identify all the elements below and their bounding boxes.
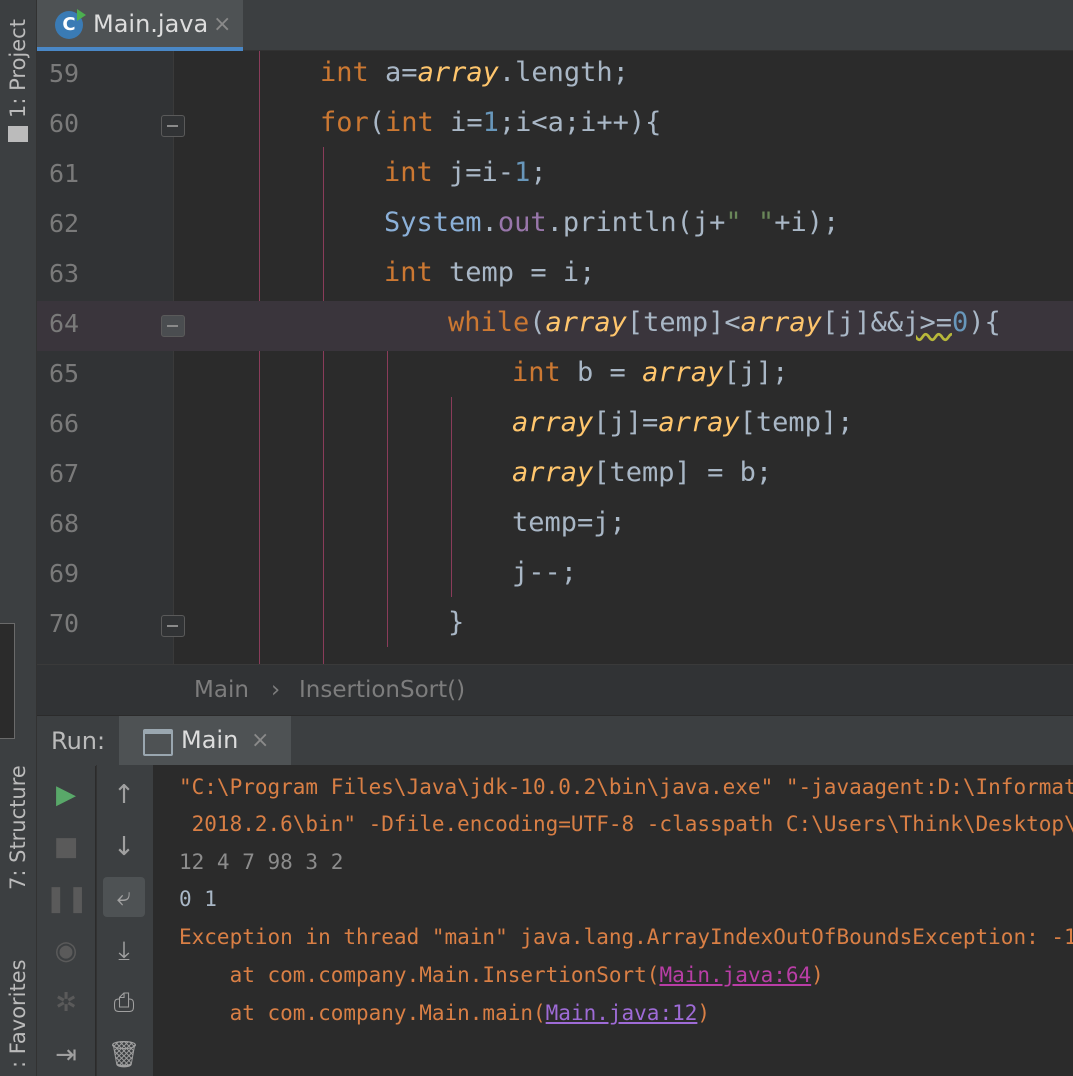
stop-icon[interactable]: ■ xyxy=(45,827,87,867)
down-arrow-icon[interactable]: ↓ xyxy=(103,827,145,867)
code-text: } xyxy=(448,607,465,638)
breadcrumb-item-main[interactable]: Main xyxy=(194,677,249,703)
line-number: 69 xyxy=(49,559,80,588)
rerun-icon[interactable]: ▶ xyxy=(45,775,87,815)
fold-collapse-icon[interactable] xyxy=(161,115,185,137)
favorites-tool-tab[interactable]: : Favorites xyxy=(0,959,36,1076)
line-number: 66 xyxy=(49,409,80,438)
console-line: 12 4 7 98 3 2 xyxy=(179,850,344,874)
code-line: 65 int b = array[j]; xyxy=(37,351,1073,401)
editor-tab-bar: C Main.java × xyxy=(37,0,1073,51)
up-arrow-icon[interactable]: ↑ xyxy=(103,775,145,815)
line-number: 64 xyxy=(49,309,80,338)
structure-tool-tab[interactable]: 7: Structure xyxy=(0,760,36,930)
code-line: 70 } xyxy=(37,601,1073,651)
stack-trace-text: at com.company.Main.main( xyxy=(179,1001,546,1025)
line-number: 65 xyxy=(49,359,80,388)
folder-icon xyxy=(8,126,28,142)
run-tab-title: Main xyxy=(181,726,239,754)
code-line: 59 int a=array.length; xyxy=(37,51,1073,101)
project-tab-label: 1: Project xyxy=(6,19,30,118)
left-tool-strip: 1: Project 7: Structure : Favorites xyxy=(0,0,37,1076)
code-editor[interactable]: 59 int a=array.length; 60 for(int i=1;i<… xyxy=(37,51,1073,664)
line-number: 59 xyxy=(49,59,80,88)
project-tool-tab[interactable]: 1: Project xyxy=(0,0,36,150)
breadcrumb-item-method[interactable]: InsertionSort() xyxy=(299,677,465,703)
run-toolbar-primary: ▶ ■ ❚❚ ◉ ✲ ⇥ xyxy=(37,765,95,1076)
run-label: Run: xyxy=(51,727,106,755)
line-number: 67 xyxy=(49,459,80,488)
line-number: 60 xyxy=(49,109,80,138)
code-text: while(array[temp]<array[j]&&j>=0){ xyxy=(448,307,1001,338)
stack-trace-line: at com.company.Main.InsertionSort(Main.j… xyxy=(179,963,824,987)
code-text: int a=array.length; xyxy=(320,57,629,88)
code-text: System.out.println(j+" "+i); xyxy=(384,207,840,238)
stack-trace-text: ) xyxy=(697,1001,711,1025)
code-text: array[temp] = b; xyxy=(512,457,773,488)
console-icon xyxy=(143,729,173,756)
console-error-line: Exception in thread "main" java.lang.Arr… xyxy=(179,925,1073,949)
code-line: 63 int temp = i; xyxy=(37,251,1073,301)
line-number: 62 xyxy=(49,209,80,238)
fold-collapse-icon[interactable] xyxy=(161,615,185,637)
scroll-to-end-icon[interactable]: ⤓ xyxy=(103,931,145,971)
structure-tab-label: 7: Structure xyxy=(6,765,30,890)
settings-icon[interactable]: ✲ xyxy=(45,983,87,1023)
code-text: int j=i-1; xyxy=(384,157,547,188)
source-link[interactable]: Main.java:12 xyxy=(546,1001,698,1025)
code-line: 60 for(int i=1;i<a;i++){ xyxy=(37,101,1073,151)
soft-wrap-icon[interactable]: ⤶ xyxy=(103,877,145,917)
run-panel-header: Run: Main × xyxy=(37,715,1073,766)
scroll-indicator xyxy=(0,623,15,739)
code-line: 68 temp=j; xyxy=(37,501,1073,551)
code-text: temp=j; xyxy=(512,507,626,538)
code-line: 62 System.out.println(j+" "+i); xyxy=(37,201,1073,251)
code-line-current: 64 while(array[temp]<array[j]&&j>=0){ xyxy=(37,301,1073,351)
java-class-icon: C xyxy=(55,9,86,39)
console-output[interactable]: "C:\Program Files\Java\jdk-10.0.2\bin\ja… xyxy=(153,765,1073,1076)
stack-trace-text: ) xyxy=(811,963,824,987)
line-number: 61 xyxy=(49,159,80,188)
code-text: array[j]=array[temp]; xyxy=(512,407,854,438)
console-line: 0 1 xyxy=(179,887,217,911)
tab-title: Main.java xyxy=(93,10,209,38)
code-line: 67 array[temp] = b; xyxy=(37,451,1073,501)
tab-main-java[interactable]: C Main.java × xyxy=(37,0,243,51)
pause-icon[interactable]: ❚❚ xyxy=(45,879,89,919)
code-line: 69 j--; xyxy=(37,551,1073,601)
close-icon[interactable]: × xyxy=(213,12,231,37)
breadcrumb-separator: › xyxy=(271,677,281,703)
console-line: 2018.2.6\bin" -Dfile.encoding=UTF-8 -cla… xyxy=(179,812,1073,836)
code-text: j--; xyxy=(512,557,578,588)
close-icon[interactable]: × xyxy=(251,728,269,753)
favorites-tab-label: : Favorites xyxy=(6,959,30,1068)
code-text: int temp = i; xyxy=(384,257,596,288)
stack-trace-line: at com.company.Main.main(Main.java:12) xyxy=(179,1001,710,1025)
line-number: 70 xyxy=(49,609,80,638)
code-text: int b = array[j]; xyxy=(512,357,789,388)
code-text: for(int i=1;i<a;i++){ xyxy=(320,107,662,138)
source-link[interactable]: Main.java:64 xyxy=(659,963,811,987)
print-icon[interactable]: ⎙ xyxy=(103,983,145,1023)
exit-icon[interactable]: ⇥ xyxy=(45,1035,87,1075)
code-line: 66 array[j]=array[temp]; xyxy=(37,401,1073,451)
stack-trace-text: at com.company.Main.InsertionSort( xyxy=(179,963,660,987)
code-line: 61 int j=i-1; xyxy=(37,151,1073,201)
console-line: "C:\Program Files\Java\jdk-10.0.2\bin\ja… xyxy=(179,775,1073,799)
line-number: 63 xyxy=(49,259,80,288)
trash-icon[interactable]: 🗑 xyxy=(103,1035,145,1075)
line-number: 68 xyxy=(49,509,80,538)
breadcrumb: Main › InsertionSort() xyxy=(37,664,1073,715)
run-tab-main[interactable]: Main × xyxy=(119,716,291,766)
camera-icon[interactable]: ◉ xyxy=(45,931,87,971)
fold-collapse-icon[interactable] xyxy=(161,315,185,337)
run-toolbar-secondary: ↑ ↓ ⤶ ⤓ ⎙ 🗑 xyxy=(96,765,155,1076)
